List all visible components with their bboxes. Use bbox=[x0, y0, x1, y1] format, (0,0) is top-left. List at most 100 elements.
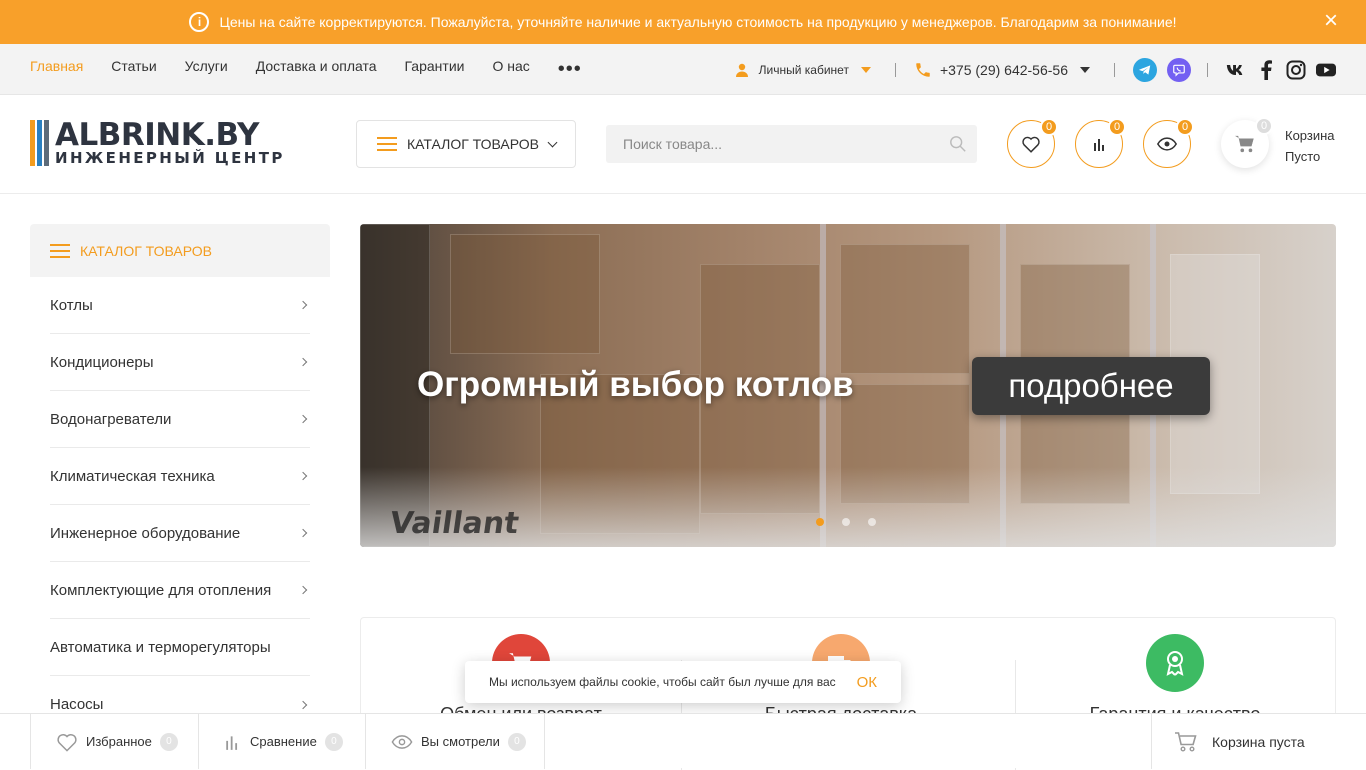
logo-subtitle: ИНЖЕНЕРНЫЙ ЦЕНТР bbox=[55, 149, 285, 167]
category-item-automation[interactable]: Автоматика и терморегуляторы bbox=[50, 619, 310, 676]
slider-dot-active[interactable] bbox=[816, 518, 824, 526]
category-label: Комплектующие для отопления bbox=[50, 581, 272, 599]
personal-account-label: Личный кабинет bbox=[758, 62, 849, 77]
eye-icon bbox=[391, 734, 413, 749]
category-item-climate[interactable]: Климатическая техника bbox=[50, 448, 310, 505]
category-item-heating-parts[interactable]: Комплектующие для отопления bbox=[50, 562, 310, 619]
cart-status: Пусто bbox=[1285, 149, 1321, 164]
slider-dot[interactable] bbox=[842, 518, 850, 526]
bottom-favorites[interactable]: Избранное 0 bbox=[30, 714, 199, 769]
banner-image-part bbox=[840, 244, 970, 374]
phone-dropdown[interactable]: +375 (29) 642-56-56 bbox=[914, 61, 1090, 79]
compare-button[interactable]: 0 bbox=[1075, 118, 1126, 168]
facebook-icon[interactable] bbox=[1256, 59, 1276, 80]
bottom-cart[interactable]: Корзина пуста bbox=[1151, 714, 1366, 769]
category-label: Климатическая техника bbox=[50, 467, 215, 485]
cart-label: Корзина bbox=[1285, 128, 1335, 143]
category-label: Инженерное оборудование bbox=[50, 524, 241, 542]
bottom-compare[interactable]: Сравнение 0 bbox=[199, 714, 366, 769]
menu-icon bbox=[50, 243, 70, 258]
slider-dot[interactable] bbox=[868, 518, 876, 526]
nav-item-home[interactable]: Главная bbox=[30, 58, 83, 81]
chevron-right-icon bbox=[298, 357, 308, 367]
close-icon[interactable]: × bbox=[1324, 9, 1338, 33]
phone-number: +375 (29) 642-56-56 bbox=[939, 61, 1068, 78]
chevron-right-icon bbox=[298, 528, 308, 538]
category-label: Насосы bbox=[50, 696, 104, 713]
bottom-viewed[interactable]: Вы смотрели 0 bbox=[366, 714, 545, 769]
logo-mark bbox=[30, 120, 51, 166]
sidebar-header[interactable]: КАТАЛОГ ТОВАРОВ bbox=[30, 224, 330, 277]
chevron-down-icon bbox=[860, 66, 871, 73]
nav-item-delivery[interactable]: Доставка и оплата bbox=[256, 58, 377, 81]
divider bbox=[894, 62, 896, 77]
cart-button[interactable]: 0 bbox=[1221, 117, 1273, 168]
catalog-sidebar: КАТАЛОГ ТОВАРОВ Котлы Кондиционеры Водон… bbox=[30, 224, 330, 768]
chevron-right-icon bbox=[298, 700, 308, 709]
category-item-boilers[interactable]: Котлы bbox=[50, 277, 310, 334]
banner-title: Огромный выбор котлов bbox=[417, 365, 854, 404]
menu-icon bbox=[377, 137, 397, 151]
more-menu-icon[interactable]: ••• bbox=[558, 58, 582, 81]
search-input[interactable] bbox=[606, 125, 926, 163]
bottom-favorites-label: Избранное bbox=[86, 734, 152, 749]
catalog-button[interactable]: КАТАЛОГ ТОВАРОВ bbox=[356, 120, 576, 168]
search-icon[interactable] bbox=[949, 135, 967, 153]
bottom-compare-count: 0 bbox=[324, 732, 343, 751]
heart-icon bbox=[57, 733, 77, 752]
cart-icon bbox=[1175, 731, 1197, 752]
cookie-ok-button[interactable]: ОК bbox=[857, 674, 877, 691]
vk-icon[interactable] bbox=[1226, 60, 1246, 80]
bottom-cart-label: Корзина пуста bbox=[1212, 733, 1305, 750]
category-label: Котлы bbox=[50, 296, 93, 314]
chevron-right-icon bbox=[298, 414, 308, 424]
bottom-viewed-label: Вы смотрели bbox=[421, 734, 500, 749]
viewed-count: 0 bbox=[1176, 118, 1194, 136]
hero-banner[interactable]: Vaillant Огромный выбор котлов подробнее bbox=[360, 224, 1336, 547]
notice-bar: i Цены на сайте корректируются. Пожалуйс… bbox=[0, 0, 1366, 44]
nav-item-warranty[interactable]: Гарантии bbox=[405, 58, 465, 81]
instagram-icon[interactable] bbox=[1286, 60, 1306, 80]
category-item-engineering[interactable]: Инженерное оборудование bbox=[50, 505, 310, 562]
divider bbox=[1114, 62, 1115, 77]
chevron-down-icon bbox=[1080, 66, 1090, 73]
bar-chart-icon bbox=[226, 735, 238, 750]
site-logo[interactable]: ALBRINK.BY ИНЖЕНЕРНЫЙ ЦЕНТР bbox=[30, 120, 285, 166]
cart-summary[interactable]: Корзина Пусто bbox=[1285, 125, 1335, 167]
category-label: Автоматика и терморегуляторы bbox=[50, 638, 271, 656]
category-item-water-heaters[interactable]: Водонагреватели bbox=[50, 391, 310, 448]
category-list: Котлы Кондиционеры Водонагреватели Клима… bbox=[30, 277, 330, 733]
top-nav: Главная Статьи Услуги Доставка и оплата … bbox=[0, 44, 1366, 95]
viewed-button[interactable]: 0 bbox=[1143, 118, 1194, 168]
top-nav-right: Личный кабинет +375 (29) 642-56-56 bbox=[735, 44, 1336, 95]
slider-dots bbox=[816, 518, 894, 526]
youtube-icon[interactable] bbox=[1316, 60, 1336, 80]
feature-warranty: Гарантия и качество bbox=[1015, 618, 1335, 725]
compare-count: 0 bbox=[1108, 118, 1126, 136]
chevron-right-icon bbox=[298, 300, 308, 310]
category-label: Водонагреватели bbox=[50, 410, 172, 428]
category-item-air-conditioners[interactable]: Кондиционеры bbox=[50, 334, 310, 391]
award-icon bbox=[1146, 634, 1204, 692]
catalog-button-label: КАТАЛОГ ТОВАРОВ bbox=[407, 136, 539, 152]
notice-text: Цены на сайте корректируются. Пожалуйста… bbox=[219, 14, 1177, 30]
logo-title: ALBRINK.BY bbox=[55, 117, 259, 153]
phone-icon bbox=[916, 62, 930, 77]
cart-count: 0 bbox=[1255, 117, 1273, 135]
nav-item-articles[interactable]: Статьи bbox=[111, 58, 156, 81]
nav-item-about[interactable]: О нас bbox=[492, 58, 529, 81]
bar-chart-icon bbox=[1094, 139, 1104, 151]
nav-item-services[interactable]: Услуги bbox=[185, 58, 228, 81]
banner-box-brand: Vaillant bbox=[387, 506, 522, 541]
site-header: ALBRINK.BY ИНЖЕНЕРНЫЙ ЦЕНТР КАТАЛОГ ТОВА… bbox=[0, 95, 1366, 194]
bottom-favorites-count: 0 bbox=[159, 732, 178, 751]
favorites-button[interactable]: 0 bbox=[1007, 118, 1058, 168]
viber-icon[interactable] bbox=[1167, 57, 1191, 82]
bottom-panel: Избранное 0 Сравнение 0 Вы смотрели 0 Ко… bbox=[0, 713, 1366, 769]
chevron-right-icon bbox=[298, 585, 308, 595]
bottom-compare-label: Сравнение bbox=[250, 734, 317, 749]
personal-account-button[interactable]: Личный кабинет bbox=[735, 63, 871, 77]
banner-more-button[interactable]: подробнее bbox=[972, 357, 1210, 415]
telegram-icon[interactable] bbox=[1133, 57, 1157, 82]
chevron-down-icon bbox=[547, 137, 558, 147]
